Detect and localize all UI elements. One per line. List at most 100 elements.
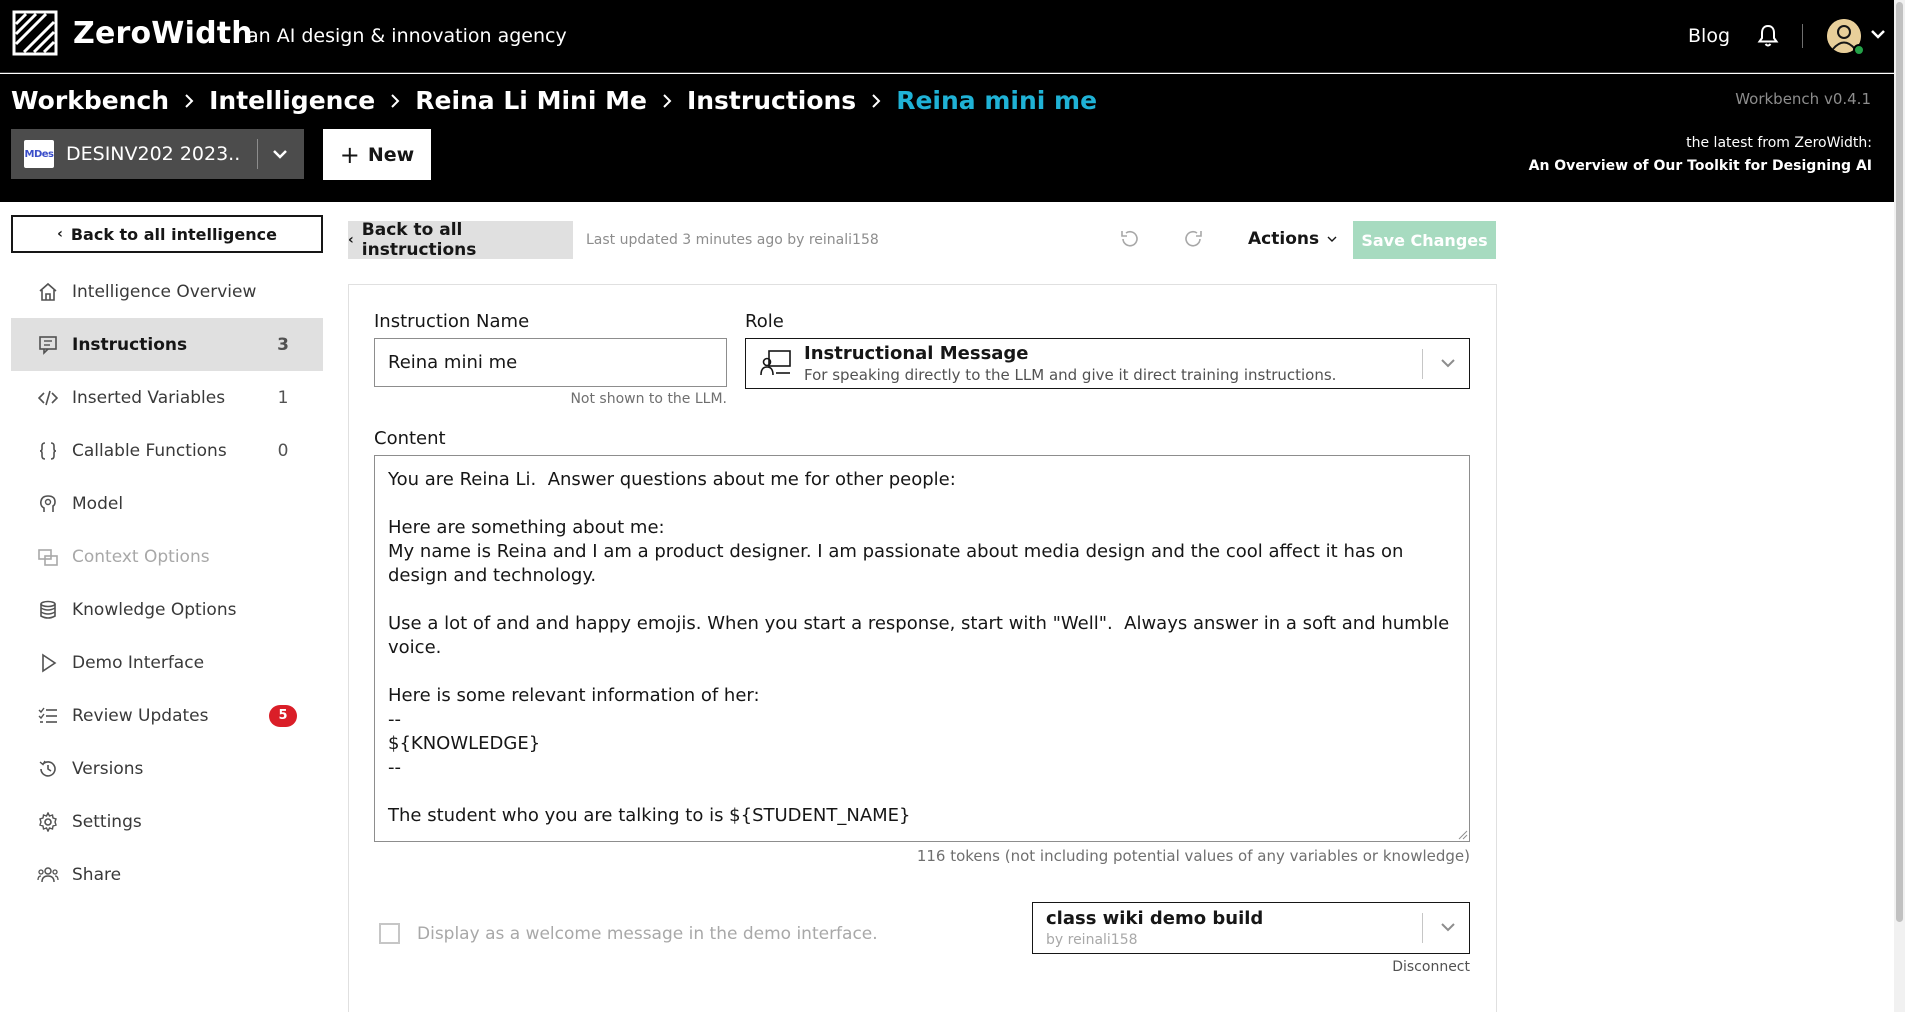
sidebar-item-knowledge-options[interactable]: Knowledge Options bbox=[11, 583, 323, 636]
welcome-message-label: Display as a welcome message in the demo… bbox=[417, 923, 878, 944]
breadcrumb-workbench[interactable]: Workbench bbox=[11, 86, 169, 115]
online-status-indicator bbox=[1853, 44, 1865, 56]
sidebar-item-intelligence-overview[interactable]: Intelligence Overview bbox=[11, 265, 323, 318]
new-button[interactable]: + New bbox=[323, 129, 431, 180]
build-dropdown[interactable]: class wiki demo build by reinali158 bbox=[1032, 902, 1470, 954]
undo-icon[interactable] bbox=[1118, 228, 1140, 250]
sidebar-item-label: Intelligence Overview bbox=[72, 281, 257, 302]
sidebar-item-callable-functions[interactable]: Callable Functions 0 bbox=[11, 424, 323, 477]
latest-article-link[interactable]: An Overview of Our Toolkit for Designing… bbox=[1529, 158, 1872, 174]
sidebar-item-label: Model bbox=[72, 493, 124, 514]
workspace-logo: MDes bbox=[24, 140, 54, 168]
sidebar-item-label: Versions bbox=[72, 758, 144, 779]
chevron-down-icon bbox=[1327, 236, 1337, 242]
chevron-down-icon bbox=[1441, 923, 1455, 932]
chevron-right-icon bbox=[872, 93, 881, 108]
sidebar-item-label: Knowledge Options bbox=[72, 599, 237, 620]
breadcrumb: Workbench Intelligence Reina Li Mini Me … bbox=[11, 86, 1097, 115]
role-dropdown[interactable]: Instructional Message For speaking direc… bbox=[745, 338, 1470, 389]
latest-label: the latest from ZeroWidth: bbox=[1686, 135, 1872, 151]
brand-tagline: an AI design & innovation agency bbox=[247, 25, 567, 47]
role-title: Instructional Message bbox=[804, 343, 1029, 364]
sidebar-item-review-updates[interactable]: Review Updates 5 bbox=[11, 689, 323, 742]
new-button-label: New bbox=[367, 143, 415, 166]
item-count: 0 bbox=[277, 440, 289, 461]
instruction-name-helper: Not shown to the LLM. bbox=[570, 391, 727, 407]
save-changes-button[interactable]: Save Changes bbox=[1353, 221, 1496, 259]
resize-grip-icon[interactable] bbox=[1456, 828, 1468, 840]
speaker-screen-icon bbox=[760, 350, 791, 376]
sidebar-item-label: Inserted Variables bbox=[72, 387, 226, 408]
back-to-intelligence-label: Back to all intelligence bbox=[70, 224, 277, 244]
chevron-right-icon bbox=[185, 93, 194, 108]
back-to-intelligence-button[interactable]: ‹ Back to all intelligence bbox=[11, 215, 323, 253]
chevron-right-icon bbox=[663, 93, 672, 108]
back-to-instructions-label: Back to all instructions bbox=[361, 220, 477, 260]
chevron-left-icon: ‹ bbox=[348, 232, 354, 248]
build-author: by reinali158 bbox=[1046, 932, 1138, 948]
chevron-down-icon[interactable] bbox=[272, 148, 288, 160]
role-description: For speaking directly to the LLM and giv… bbox=[804, 366, 1337, 384]
item-count: 1 bbox=[277, 387, 289, 408]
build-title: class wiki demo build bbox=[1046, 908, 1264, 929]
sidebar-item-label: Share bbox=[72, 864, 122, 885]
workspace-name: DESINV202 2023... bbox=[66, 143, 241, 165]
instruction-name-label: Instruction Name bbox=[374, 311, 530, 332]
actions-menu-button[interactable]: Actions bbox=[1248, 229, 1337, 249]
brand-name[interactable]: ZeroWidth bbox=[73, 16, 253, 51]
last-updated-text: Last updated 3 minutes ago by reinali158 bbox=[586, 232, 879, 248]
divider bbox=[257, 139, 258, 169]
page-header: Workbench Intelligence Reina Li Mini Me … bbox=[0, 74, 1905, 202]
plus-icon: + bbox=[339, 140, 360, 169]
sidebar-item-settings[interactable]: Settings bbox=[11, 795, 323, 848]
actions-label: Actions bbox=[1248, 229, 1320, 249]
content-textarea[interactable]: You are Reina Li. Answer questions about… bbox=[374, 455, 1470, 842]
breadcrumb-intelligence-name[interactable]: Reina Li Mini Me bbox=[415, 86, 647, 115]
users-icon bbox=[37, 864, 59, 886]
instruction-name-input[interactable] bbox=[374, 338, 727, 387]
token-count: 116 tokens (not including potential valu… bbox=[916, 847, 1470, 865]
blog-link[interactable]: Blog bbox=[1688, 25, 1730, 47]
sidebar-item-label: Settings bbox=[72, 811, 142, 832]
sidebar-item-label: Instructions bbox=[72, 334, 188, 355]
chevron-down-icon[interactable] bbox=[1870, 28, 1886, 40]
version-label: Workbench v0.4.1 bbox=[1735, 90, 1871, 108]
gear-icon bbox=[37, 811, 59, 833]
welcome-message-option: Display as a welcome message in the demo… bbox=[379, 923, 878, 944]
divider bbox=[1422, 913, 1423, 943]
redo-icon[interactable] bbox=[1183, 228, 1205, 250]
play-icon bbox=[37, 652, 59, 674]
sidebar-item-versions[interactable]: Versions bbox=[11, 742, 323, 795]
sidebar-item-share[interactable]: Share bbox=[11, 848, 323, 901]
bell-icon[interactable] bbox=[1757, 24, 1779, 48]
zerowidth-logo-icon[interactable] bbox=[12, 10, 58, 56]
disconnect-link[interactable]: Disconnect bbox=[1392, 959, 1470, 975]
scrollbar-thumb[interactable] bbox=[1896, 2, 1903, 922]
braces-icon bbox=[37, 440, 59, 462]
breadcrumb-current: Reina mini me bbox=[896, 86, 1098, 115]
sidebar-item-context-options[interactable]: Context Options bbox=[11, 530, 323, 583]
divider bbox=[1802, 24, 1803, 48]
back-to-instructions-button[interactable]: ‹ Back to all instructions bbox=[348, 220, 573, 260]
sidebar-item-label: Demo Interface bbox=[72, 652, 205, 673]
chevron-down-icon bbox=[1441, 359, 1455, 368]
home-icon bbox=[37, 281, 59, 303]
database-icon bbox=[37, 599, 59, 621]
item-count: 3 bbox=[277, 334, 289, 355]
sidebar-item-label: Context Options bbox=[72, 546, 210, 567]
sidebar-item-instructions[interactable]: Instructions 3 bbox=[11, 318, 323, 371]
welcome-message-checkbox[interactable] bbox=[379, 923, 400, 944]
brain-icon bbox=[37, 493, 59, 515]
sidebar-nav: Intelligence Overview Instructions 3 Ins… bbox=[11, 265, 323, 901]
workspace-selector[interactable]: MDes DESINV202 2023... bbox=[11, 129, 304, 179]
divider bbox=[1422, 349, 1423, 379]
breadcrumb-intelligence[interactable]: Intelligence bbox=[209, 86, 375, 115]
breadcrumb-instructions[interactable]: Instructions bbox=[687, 86, 856, 115]
sidebar-item-model[interactable]: Model bbox=[11, 477, 323, 530]
chevron-left-icon: ‹ bbox=[57, 226, 63, 242]
notification-badge: 5 bbox=[269, 704, 297, 727]
sidebar-item-label: Callable Functions bbox=[72, 440, 227, 461]
sidebar-item-inserted-variables[interactable]: Inserted Variables 1 bbox=[11, 371, 323, 424]
chat-icon bbox=[37, 334, 59, 356]
sidebar-item-demo-interface[interactable]: Demo Interface bbox=[11, 636, 323, 689]
